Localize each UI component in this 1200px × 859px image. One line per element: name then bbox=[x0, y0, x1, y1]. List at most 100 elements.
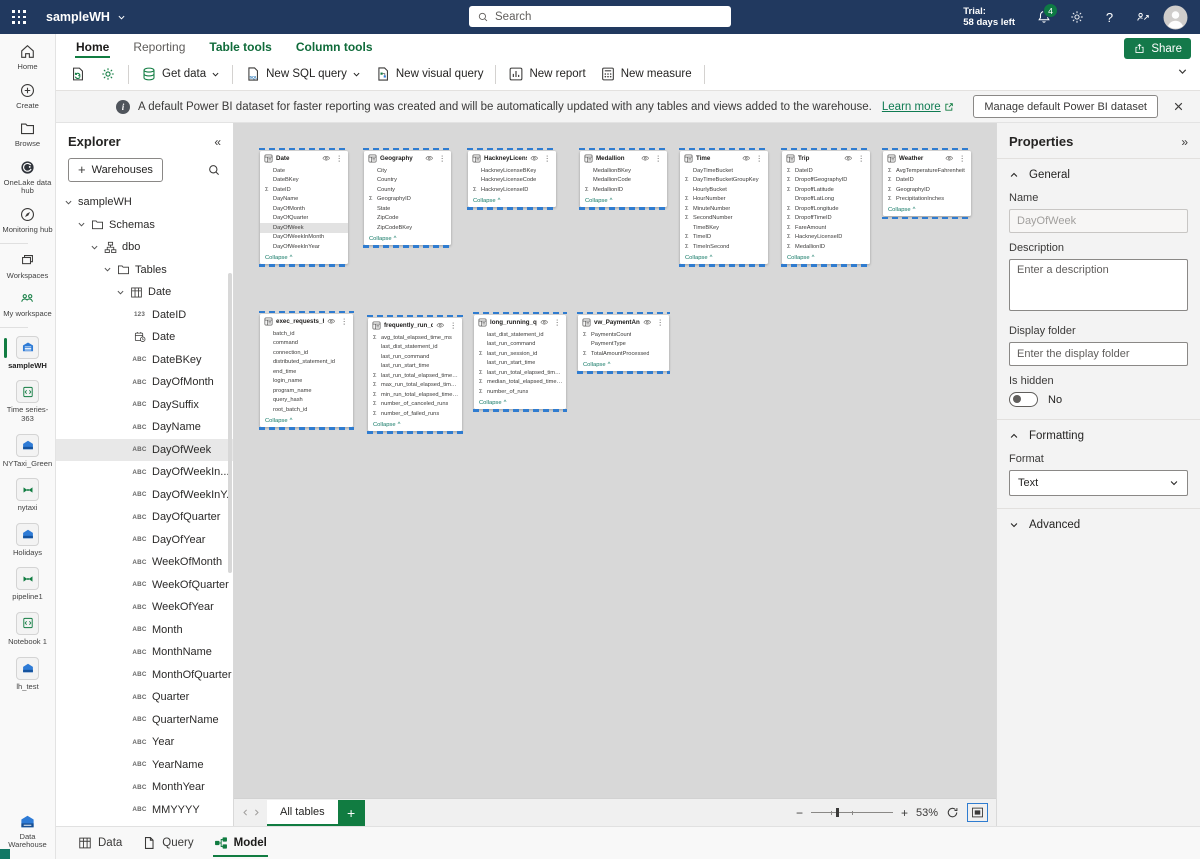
get-data-button[interactable]: Get data bbox=[134, 62, 227, 87]
more-icon[interactable]: ⋮ bbox=[334, 154, 346, 163]
table-field-last-run-command[interactable]: last_run_command bbox=[368, 352, 462, 362]
layout-next-icon[interactable] bbox=[252, 808, 261, 817]
table-field-number-of-runs[interactable]: Σnumber_of_runs bbox=[474, 387, 566, 397]
more-icon[interactable]: ⋮ bbox=[437, 154, 449, 163]
table-card-header[interactable]: Medallion⋮ bbox=[580, 151, 667, 165]
table-field-daytimebucket[interactable]: DayTimeBucket bbox=[680, 166, 768, 176]
table-card-trip[interactable]: Trip⋮ΣDateIDΣDropoffGeographyIDΣDropoffL… bbox=[782, 151, 870, 264]
tree-node-dbo[interactable]: dbo bbox=[56, 236, 233, 259]
table-field-date[interactable]: Date bbox=[260, 166, 348, 176]
table-card-long-running-queries[interactable]: long_running_queries⋮last_dist_statement… bbox=[474, 315, 566, 409]
table-field-query-hash[interactable]: query_hash bbox=[260, 396, 353, 406]
nav-item-my-workspace[interactable]: My workspace bbox=[0, 285, 55, 324]
table-field-totalamountprocessed[interactable]: ΣTotalAmountProcessed bbox=[578, 349, 669, 359]
chevron-down-icon[interactable] bbox=[77, 220, 86, 229]
column-item-dayofweekin[interactable]: ABCDayOfWeekIn... bbox=[56, 461, 233, 484]
column-item-monthyear[interactable]: ABCMonthYear bbox=[56, 776, 233, 799]
global-search-input[interactable]: Search bbox=[469, 6, 731, 27]
table-field-country[interactable]: Country bbox=[364, 176, 451, 186]
table-card-header[interactable]: exec_requests_history⋮ bbox=[260, 314, 353, 328]
table-field-medallioncode[interactable]: MedallionCode bbox=[580, 176, 667, 186]
column-item-year[interactable]: ABCYear bbox=[56, 731, 233, 754]
zoom-in-button[interactable]: + bbox=[901, 806, 908, 820]
account-avatar[interactable] bbox=[1163, 5, 1188, 30]
add-warehouses-button[interactable]: + Warehouses bbox=[68, 158, 163, 182]
eye-icon[interactable] bbox=[327, 317, 336, 326]
explorer-scrollbar[interactable] bbox=[228, 273, 232, 573]
table-field-hackneylicensebkey[interactable]: HackneyLicenseBKey bbox=[468, 166, 556, 176]
nav-item-data-warehouse[interactable]: Data Warehouse bbox=[0, 808, 55, 855]
more-icon[interactable]: ⋮ bbox=[754, 154, 766, 163]
eye-icon[interactable] bbox=[425, 154, 434, 163]
more-icon[interactable]: ⋮ bbox=[856, 154, 868, 163]
table-field-timebkey[interactable]: TimeBKey bbox=[680, 223, 768, 233]
more-icon[interactable]: ⋮ bbox=[655, 318, 667, 327]
table-field-dropofflongitude[interactable]: ΣDropoffLongitude bbox=[782, 204, 870, 214]
table-field-secondnumber[interactable]: ΣSecondNumber bbox=[680, 214, 768, 224]
nav-item-nytaxi-green[interactable]: NYTaxi_Green bbox=[0, 429, 55, 474]
column-item-dateid[interactable]: 123DateID bbox=[56, 304, 233, 327]
new-sql-query-button[interactable]: SQLNew SQL query bbox=[238, 62, 368, 87]
zoom-slider[interactable] bbox=[811, 807, 893, 818]
share-button[interactable]: Share bbox=[1124, 38, 1191, 59]
tree-node-tables[interactable]: Tables bbox=[56, 259, 233, 282]
learn-more-link[interactable]: Learn more bbox=[882, 101, 954, 113]
table-card-header[interactable]: vw_PaymentAnalysis⋮ bbox=[578, 315, 669, 329]
table-field-last-dist-statement-id[interactable]: last_dist_statement_id bbox=[474, 330, 566, 340]
table-field-dayofweekinyear[interactable]: DayOfWeekInYear bbox=[260, 242, 348, 252]
settings-gear-button[interactable] bbox=[1060, 0, 1093, 34]
formatting-section-header[interactable]: Formatting bbox=[1009, 428, 1188, 444]
ribbon-tab-table-tools[interactable]: Table tools bbox=[197, 35, 283, 58]
column-item-monthname[interactable]: ABCMonthName bbox=[56, 641, 233, 664]
view-tab-query[interactable]: Query bbox=[132, 827, 203, 859]
app-launcher-button[interactable] bbox=[0, 0, 38, 34]
eye-icon[interactable] bbox=[436, 321, 445, 330]
nav-item-nytaxi[interactable]: nytaxi bbox=[0, 473, 55, 518]
tree-node-samplewh[interactable]: sampleWH bbox=[56, 191, 233, 214]
table-field-last-run-total-elapsed-time-ms[interactable]: Σlast_run_total_elapsed_time_ms bbox=[474, 368, 566, 378]
nav-item-time-series-363[interactable]: Time series-363 bbox=[0, 375, 55, 428]
table-field-dateid[interactable]: ΣDateID bbox=[883, 176, 971, 186]
column-item-weekofquarter[interactable]: ABCWeekOfQuarter bbox=[56, 574, 233, 597]
nav-item-monitoring-hub[interactable]: Monitoring hub bbox=[0, 201, 55, 240]
column-item-date[interactable]: Date bbox=[56, 326, 233, 349]
table-card-header[interactable]: Weather⋮ bbox=[883, 151, 971, 165]
table-field-login-name[interactable]: login_name bbox=[260, 377, 353, 387]
nav-item-lh-test[interactable]: lh_test bbox=[0, 652, 55, 697]
column-item-dayofquarter[interactable]: ABCDayOfQuarter bbox=[56, 506, 233, 529]
table-field-fareamount[interactable]: ΣFareAmount bbox=[782, 223, 870, 233]
collapse-table-button[interactable]: Collapse^ bbox=[364, 233, 451, 245]
explorer-collapse-button[interactable]: « bbox=[214, 135, 221, 149]
model-diagram[interactable]: Date⋮DateDateBKeyΣDateIDDayNameDayOfMont… bbox=[234, 123, 996, 798]
eye-icon[interactable] bbox=[530, 154, 539, 163]
notifications-button[interactable]: 4 bbox=[1027, 0, 1060, 34]
tree-node-date[interactable]: Date bbox=[56, 281, 233, 304]
zoom-slider-thumb[interactable] bbox=[836, 808, 840, 817]
chevron-down-icon[interactable] bbox=[103, 265, 112, 274]
ribbon-tab-reporting[interactable]: Reporting bbox=[121, 35, 197, 58]
layout-tab-all-tables[interactable]: All tables bbox=[267, 800, 338, 826]
eye-icon[interactable] bbox=[844, 154, 853, 163]
table-field-medallionid[interactable]: ΣMedallionID bbox=[782, 242, 870, 252]
eye-icon[interactable] bbox=[540, 318, 549, 327]
table-field-dayofweek[interactable]: DayOfWeek bbox=[260, 223, 348, 233]
table-field-hackneylicensecode[interactable]: HackneyLicenseCode bbox=[468, 176, 556, 186]
table-field-last-run-start-time[interactable]: last_run_start_time bbox=[474, 359, 566, 369]
table-card-date[interactable]: Date⋮DateDateBKeyΣDateIDDayNameDayOfMont… bbox=[260, 151, 348, 264]
table-field-dayofmonth[interactable]: DayOfMonth bbox=[260, 204, 348, 214]
table-field-dayname[interactable]: DayName bbox=[260, 195, 348, 205]
more-icon[interactable]: ⋮ bbox=[653, 154, 665, 163]
fit-to-screen-button[interactable] bbox=[967, 803, 988, 822]
collapse-table-button[interactable]: Collapse^ bbox=[468, 195, 556, 207]
table-field-geographyid[interactable]: ΣGeographyID bbox=[883, 185, 971, 195]
collapse-table-button[interactable]: Collapse^ bbox=[782, 252, 870, 264]
column-item-firstdayofmonth[interactable]: FirstDayOfMonth bbox=[56, 821, 233, 826]
table-field-dayofweekinmonth[interactable]: DayOfWeekInMonth bbox=[260, 233, 348, 243]
collapse-table-button[interactable]: Collapse^ bbox=[260, 252, 348, 264]
nav-item-holidays[interactable]: Holidays bbox=[0, 518, 55, 563]
table-card-header[interactable]: long_running_queries⋮ bbox=[474, 315, 566, 329]
table-field-avg-total-elapsed-time-ms[interactable]: Σavg_total_elapsed_time_ms bbox=[368, 333, 462, 343]
table-field-zipcode[interactable]: ZipCode bbox=[364, 214, 451, 224]
table-field-dayofquarter[interactable]: DayOfQuarter bbox=[260, 214, 348, 224]
name-field[interactable] bbox=[1009, 209, 1188, 233]
